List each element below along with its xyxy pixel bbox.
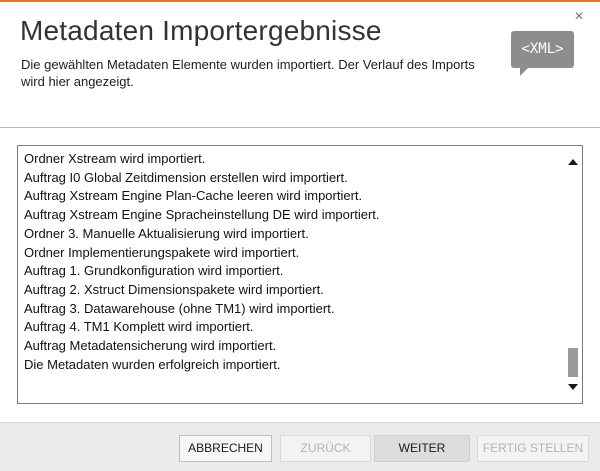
finish-button[interactable]: FERTIG STELLEN (477, 435, 589, 462)
import-log-lines: Ordner Xstream wird importiert. Auftrag … (24, 146, 554, 374)
log-line: Auftrag 2. Xstruct Dimensionspakete wird… (24, 281, 324, 297)
log-line: Die Metadaten wurden erfolgreich importi… (24, 356, 281, 372)
log-line: Auftrag Xstream Engine Plan-Cache leeren… (24, 188, 363, 204)
header-divider (0, 127, 600, 128)
log-line: Auftrag Xstream Engine Spracheinstellung… (24, 207, 380, 223)
cancel-button[interactable]: ABBRECHEN (179, 435, 272, 462)
log-line: Auftrag 3. Datawarehouse (ohne TM1) wird… (24, 300, 335, 316)
import-log-list[interactable]: Ordner Xstream wird importiert. Auftrag … (17, 145, 583, 404)
xml-icon-label: <XML> (511, 31, 574, 68)
log-line: Ordner Xstream wird importiert. (24, 151, 206, 166)
scroll-down-arrow-icon[interactable] (568, 384, 578, 390)
xml-icon: <XML> (511, 31, 574, 76)
scroll-up-arrow-icon[interactable] (568, 159, 578, 165)
log-line: Ordner Implementierungspakete wird impor… (24, 244, 300, 260)
close-icon[interactable]: × (572, 9, 586, 25)
dialog-description: Die gewählten Metadaten Elemente wurden … (21, 57, 475, 89)
import-results-dialog: × Metadaten Importergebnisse Die gewählt… (0, 0, 600, 471)
vertical-scrollbar[interactable] (564, 146, 582, 403)
log-line: Auftrag 1. Grundkonfiguration wird impor… (24, 263, 284, 279)
button-bar: ABBRECHEN ZURÜCK WEITER FERTIG STELLEN (0, 422, 600, 471)
log-line: Auftrag Metadatensicherung wird importie… (24, 338, 277, 354)
log-line: Ordner 3. Manuelle Aktualisierung wird i… (24, 225, 309, 241)
dialog-title: Metadaten Importergebnisse (20, 15, 382, 46)
log-line: Auftrag 4. TM1 Komplett wird importiert. (24, 319, 254, 335)
back-button[interactable]: ZURÜCK (280, 435, 371, 462)
log-line: Auftrag I0 Global Zeitdimension erstelle… (24, 169, 348, 185)
speech-bubble-tail (520, 67, 529, 76)
next-button[interactable]: WEITER (374, 435, 470, 462)
scroll-thumb[interactable] (568, 348, 578, 377)
